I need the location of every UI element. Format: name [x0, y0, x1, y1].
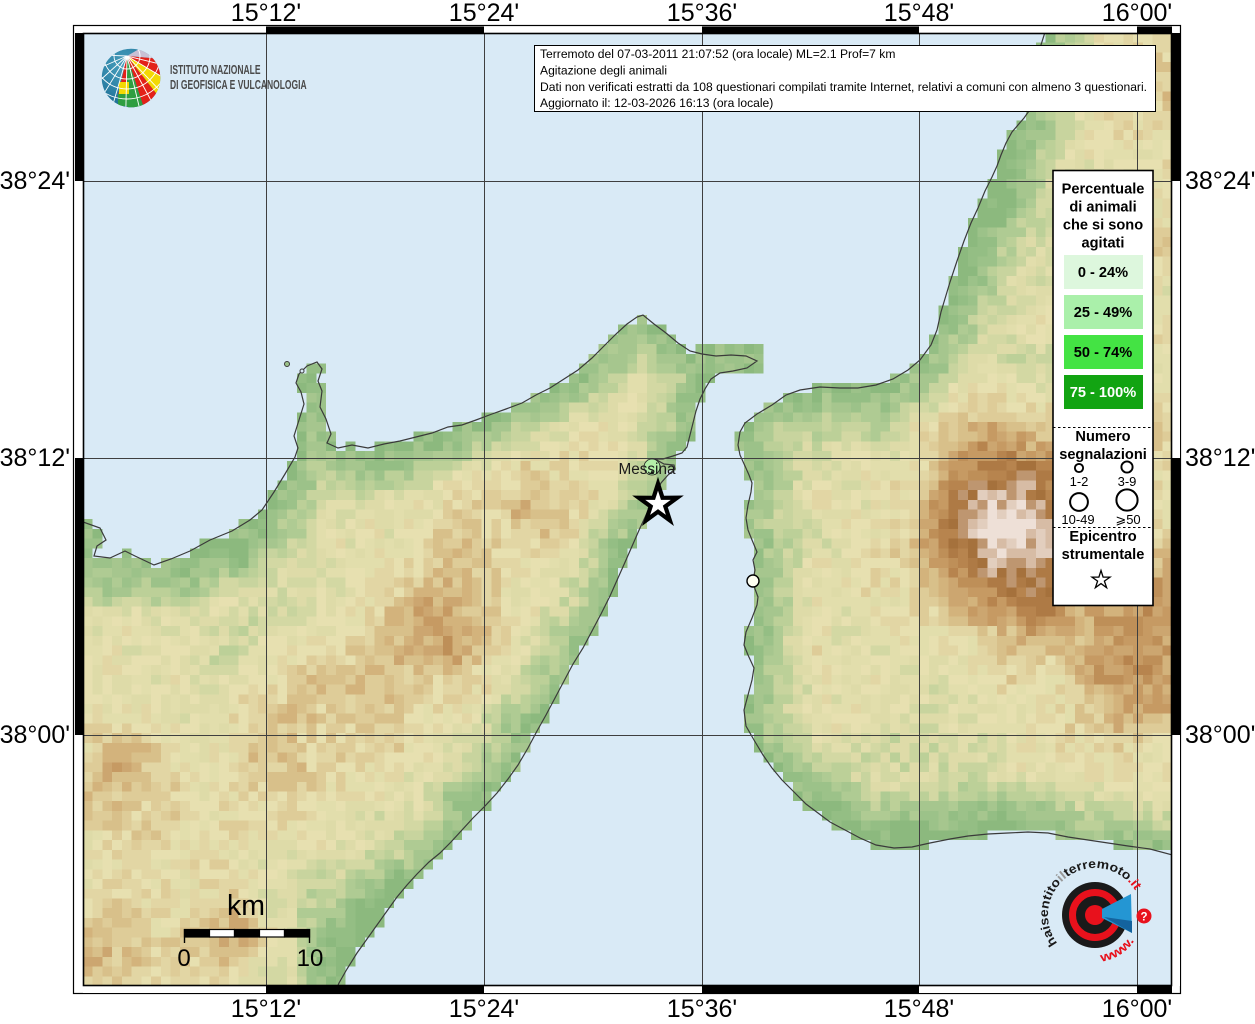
svg-text:3-9: 3-9 — [1118, 474, 1137, 489]
svg-text:agitati: agitati — [1082, 236, 1125, 252]
svg-text:?: ? — [1140, 912, 1147, 924]
svg-text:0: 0 — [177, 945, 190, 972]
svg-text:38°24': 38°24' — [0, 167, 70, 195]
svg-text:strumentale: strumentale — [1062, 547, 1145, 563]
svg-text:10: 10 — [297, 945, 324, 972]
svg-text:Dati non verificati estratti d: Dati non verificati estratti da 108 ques… — [540, 80, 1147, 94]
svg-text:1-2: 1-2 — [1070, 474, 1089, 489]
svg-text:38°00': 38°00' — [0, 721, 70, 749]
svg-text:38°12': 38°12' — [1185, 444, 1255, 472]
svg-text:15°48': 15°48' — [884, 0, 954, 27]
svg-text:0 - 24%: 0 - 24% — [1078, 265, 1128, 281]
svg-text:segnalazioni: segnalazioni — [1059, 447, 1147, 463]
svg-text:15°24': 15°24' — [449, 0, 519, 27]
svg-text:75 - 100%: 75 - 100% — [1070, 385, 1137, 401]
svg-text:Agitazione degli animali: Agitazione degli animali — [540, 63, 667, 77]
svg-text:38°24': 38°24' — [1185, 167, 1255, 195]
svg-text:15°24': 15°24' — [449, 995, 519, 1023]
svg-text:di animali: di animali — [1069, 200, 1136, 216]
svg-text:15°12': 15°12' — [231, 0, 301, 27]
svg-text:25 - 49%: 25 - 49% — [1074, 305, 1132, 321]
svg-text:Terremoto del 07-03-2011 21:07: Terremoto del 07-03-2011 21:07:52 (ora l… — [540, 47, 895, 61]
svg-text:Percentuale: Percentuale — [1062, 182, 1145, 198]
svg-text:Aggiornato il: 12-03-2026 16:1: Aggiornato il: 12-03-2026 16:13 (ora loc… — [540, 96, 773, 110]
svg-text:15°12': 15°12' — [231, 995, 301, 1023]
svg-text:50 - 74%: 50 - 74% — [1074, 345, 1132, 361]
svg-text:Messina: Messina — [619, 461, 676, 478]
svg-text:Numero: Numero — [1075, 429, 1130, 445]
svg-text:km: km — [227, 890, 265, 922]
svg-text:15°36': 15°36' — [667, 0, 737, 27]
svg-text:16°00': 16°00' — [1102, 995, 1172, 1023]
svg-text:⩾50: ⩾50 — [1115, 512, 1140, 527]
svg-text:38°00': 38°00' — [1185, 721, 1255, 749]
svg-text:Epicentro: Epicentro — [1069, 529, 1136, 545]
svg-text:38°12': 38°12' — [0, 444, 70, 472]
svg-text:che si sono: che si sono — [1063, 218, 1143, 234]
svg-text:15°36': 15°36' — [667, 995, 737, 1023]
svg-text:ISTITUTO NAZIONALE: ISTITUTO NAZIONALE — [170, 63, 261, 77]
svg-text:10-49: 10-49 — [1061, 512, 1094, 527]
svg-text:DI GEOFISICA E VULCANOLOGIA: DI GEOFISICA E VULCANOLOGIA — [170, 78, 307, 92]
svg-text:16°00': 16°00' — [1102, 0, 1172, 27]
svg-text:15°48': 15°48' — [884, 995, 954, 1023]
